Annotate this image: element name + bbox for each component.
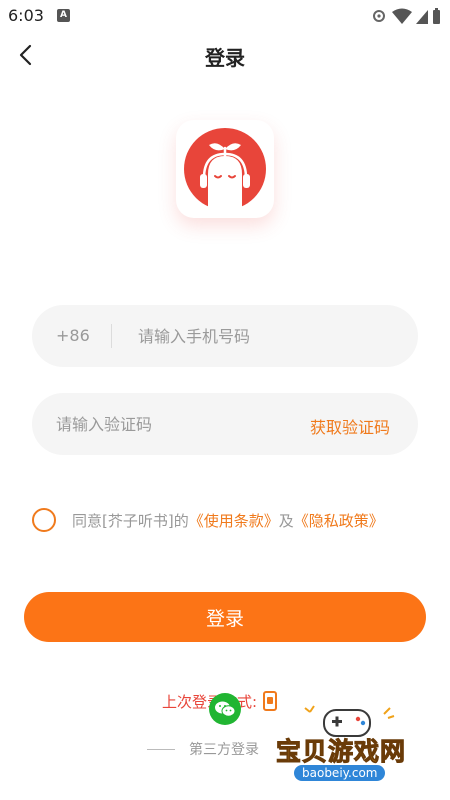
verification-code-field: 获取验证码	[32, 393, 418, 455]
settings-gear-icon	[373, 10, 385, 22]
status-icons	[373, 8, 440, 24]
wifi-icon	[392, 8, 412, 24]
agreement-row: 同意[芥子听书]的 《使用条款》 及 《隐私政策》	[32, 507, 384, 533]
agreement-prefix: 同意[芥子听书]的	[72, 511, 189, 530]
phone-field: +86	[32, 305, 418, 367]
watermark-url: baobeiy.com	[294, 765, 386, 781]
watermark: 宝贝游戏网 baobeiy.com	[274, 702, 424, 796]
notification-app-icon: A	[57, 9, 70, 22]
third-party-login: 第三方登录	[147, 738, 259, 760]
status-bar: 6:03 A	[0, 0, 450, 32]
field-divider	[111, 324, 112, 348]
watermark-title: 宝贝游戏网	[275, 737, 407, 767]
login-button[interactable]: 登录	[24, 592, 426, 642]
status-time: 6:03	[8, 6, 44, 25]
agreement-connector: 及	[278, 511, 294, 530]
battery-icon	[433, 8, 440, 24]
privacy-link[interactable]: 《隐私政策》	[294, 510, 384, 531]
get-code-button[interactable]: 获取验证码	[310, 414, 390, 438]
country-code[interactable]: +86	[56, 326, 90, 345]
third-party-divider	[147, 748, 175, 750]
verification-code-input[interactable]	[56, 403, 276, 445]
signal-icon	[416, 10, 428, 24]
wechat-icon	[215, 701, 236, 717]
wechat-login-button[interactable]	[209, 693, 241, 725]
phone-input[interactable]	[138, 315, 398, 357]
terms-link[interactable]: 《使用条款》	[189, 510, 279, 531]
app-logo	[176, 120, 274, 218]
nav-bar: 登录	[0, 32, 450, 78]
agreement-checkbox[interactable]	[32, 508, 56, 532]
app-logo-icon	[184, 128, 266, 210]
third-party-label: 第三方登录	[189, 742, 259, 758]
page-title: 登录	[205, 46, 245, 70]
